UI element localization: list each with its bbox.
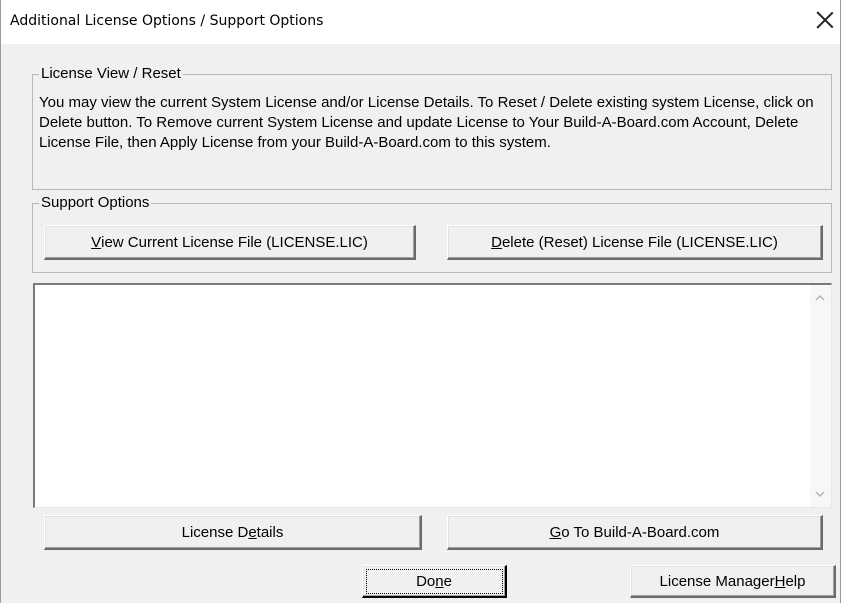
license-description: You may view the current System License … bbox=[39, 94, 814, 151]
view-license-button[interactable]: View Current License File (LICENSE.LIC) bbox=[44, 225, 416, 260]
done-button[interactable]: Do n e bbox=[362, 565, 507, 598]
goto-website-mnemonic: G bbox=[549, 523, 562, 541]
help-mnemonic: H bbox=[774, 572, 786, 590]
license-view-reset-group: License View / Reset You may view the cu… bbox=[32, 65, 832, 190]
license-output-textarea[interactable] bbox=[33, 283, 832, 508]
done-mnemonic: n bbox=[435, 572, 444, 590]
license-details-button[interactable]: License De tails bbox=[44, 515, 422, 550]
delete-license-button[interactable]: Delete (Reset) License File (LICENSE.LIC… bbox=[447, 225, 823, 260]
delete-license-label: elete (Reset) License File (LICENSE.LIC) bbox=[501, 233, 778, 251]
help-label-post: elp bbox=[785, 572, 806, 590]
license-details-label-pre: License D bbox=[181, 523, 249, 541]
dialog-window: Additional License Options / Support Opt… bbox=[0, 0, 841, 603]
goto-website-button[interactable]: Go To Build-A-Board.com bbox=[447, 515, 823, 550]
license-details-mnemonic: e bbox=[248, 523, 257, 541]
delete-license-mnemonic: D bbox=[491, 233, 502, 251]
close-icon[interactable] bbox=[814, 9, 836, 31]
view-license-mnemonic: V bbox=[91, 233, 102, 251]
vertical-scrollbar[interactable] bbox=[810, 285, 831, 507]
window-title: Additional License Options / Support Opt… bbox=[10, 13, 324, 29]
license-manager-help-button[interactable]: License Manager Help bbox=[630, 565, 836, 598]
chevron-down-icon[interactable] bbox=[815, 489, 825, 499]
help-label-pre: License Manager bbox=[659, 572, 775, 590]
goto-website-label: o To Build-A-Board.com bbox=[561, 523, 720, 541]
chevron-up-icon[interactable] bbox=[815, 293, 825, 303]
done-label-post: e bbox=[443, 572, 452, 590]
license-details-label-post: tails bbox=[256, 523, 284, 541]
title-bar: Additional License Options / Support Opt… bbox=[1, 0, 840, 44]
done-label-pre: Do bbox=[416, 572, 436, 590]
support-group-legend: Support Options bbox=[39, 194, 152, 212]
view-license-label: iew Current License File (LICENSE.LIC) bbox=[101, 233, 368, 251]
license-group-legend: License View / Reset bbox=[39, 65, 183, 83]
